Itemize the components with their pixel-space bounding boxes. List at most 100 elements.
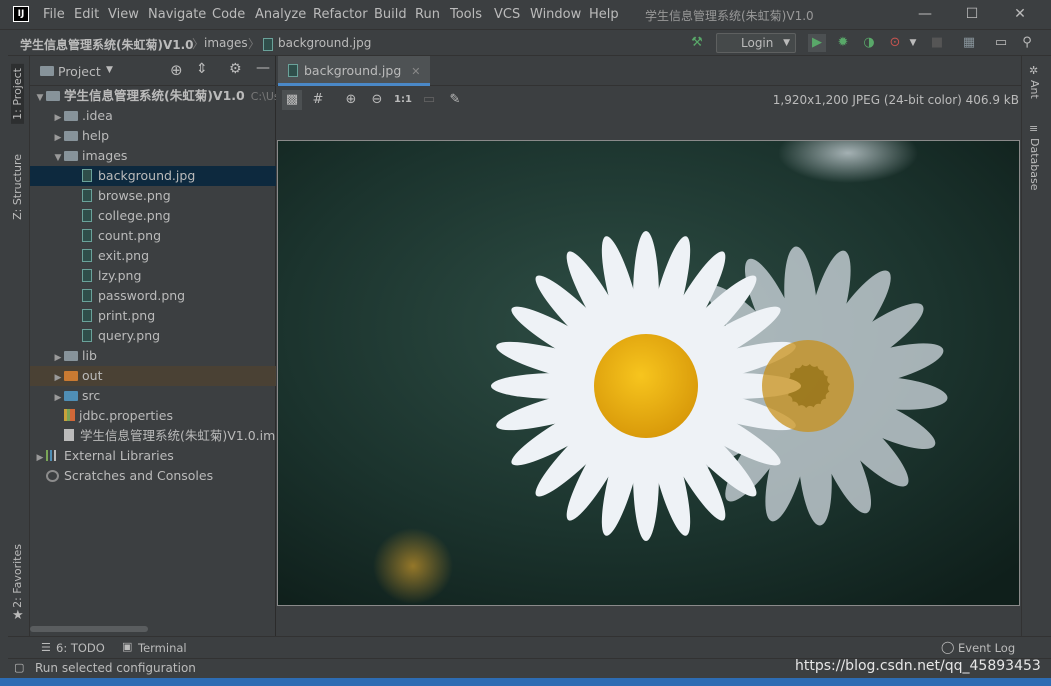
coverage-icon[interactable]: ◑ (860, 34, 878, 52)
tab-structure[interactable]: Z: Structure (11, 154, 24, 220)
expanded-arrow-icon[interactable]: ▼ (34, 88, 46, 106)
star-icon: ★ (12, 608, 24, 623)
collapsed-arrow-icon[interactable]: ▶ (52, 388, 64, 406)
zoom-in-icon[interactable]: ⊕ (341, 90, 361, 110)
tab-terminal[interactable]: Terminal (138, 641, 187, 655)
stop-icon[interactable]: ■ (928, 34, 946, 52)
image-file-icon (82, 209, 92, 222)
tab-project[interactable]: 1: Project (11, 64, 24, 124)
tree-item[interactable]: password.png (30, 286, 276, 306)
tree-item[interactable]: ▶ .idea (30, 106, 276, 126)
tree-item[interactable]: query.png (30, 326, 276, 346)
menu-file[interactable]: File (43, 7, 65, 22)
tree-item[interactable]: Scratches and Consoles (30, 466, 276, 486)
chessboard-icon[interactable]: ▩ (282, 90, 302, 110)
locate-icon[interactable]: ⊕ (170, 61, 183, 79)
close-window-button[interactable]: ✕ (1005, 4, 1035, 24)
project-view-select[interactable]: Project (58, 64, 101, 79)
editor-tab-background-jpg[interactable]: background.jpg ✕ (278, 56, 431, 86)
tree-item[interactable]: print.png (30, 306, 276, 326)
project-panel-header: Project ▼ ⊕ ⇕ ⚙ — (30, 56, 276, 86)
terminal-icon: ▣ (122, 640, 133, 653)
profile-icon[interactable]: ⊙ (886, 34, 904, 52)
menu-run[interactable]: Run (415, 7, 440, 22)
fit-zoom-icon[interactable]: ▭ (419, 90, 439, 110)
tree-item-label: jdbc.properties (79, 408, 173, 423)
run-icon[interactable]: ▶ (808, 34, 826, 52)
tree-item[interactable]: jdbc.properties (30, 406, 276, 426)
left-tool-strip: 1: Project Z: Structure 2: Favorites ★ (8, 56, 30, 656)
close-tab-icon[interactable]: ✕ (411, 65, 420, 78)
horizontal-scrollbar[interactable] (30, 626, 148, 632)
tree-item[interactable]: ▼ images (30, 146, 276, 166)
chevron-down-icon[interactable]: ▼ (106, 65, 113, 75)
collapsed-arrow-icon[interactable]: ▶ (52, 128, 64, 146)
menu-analyze[interactable]: Analyze (255, 7, 306, 22)
menu-edit[interactable]: Edit (74, 7, 99, 22)
tab-todo[interactable]: 6: TODO (56, 641, 105, 655)
menu-build[interactable]: Build (374, 7, 407, 22)
daisy-photo (277, 140, 1020, 606)
collapsed-arrow-icon[interactable]: ▶ (52, 368, 64, 386)
tree-item-label: 学生信息管理系统(朱虹菊)V1.0 (64, 88, 245, 103)
tree-item-label: help (82, 128, 110, 143)
tree-item[interactable]: browse.png (30, 186, 276, 206)
tree-item[interactable]: 学生信息管理系统(朱虹菊)V1.0.iml (30, 426, 276, 446)
status-toggle-icon[interactable]: ▢ (14, 661, 24, 674)
desktop-background (0, 678, 1051, 686)
color-picker-icon[interactable]: ✎ (445, 90, 465, 110)
menu-refactor[interactable]: Refactor (313, 7, 368, 22)
tab-ant[interactable]: Ant (1028, 80, 1041, 99)
menu-view[interactable]: View (108, 7, 139, 22)
grid-icon[interactable]: # (308, 90, 328, 110)
maximize-button[interactable]: ☐ (957, 4, 987, 24)
image-file-icon (82, 229, 92, 242)
minimize-button[interactable]: — (910, 4, 940, 24)
collapsed-arrow-icon[interactable]: ▶ (34, 448, 46, 466)
breadcrumb-file[interactable]: background.jpg (278, 36, 371, 50)
image-file-icon (82, 269, 92, 282)
tree-item[interactable]: count.png (30, 226, 276, 246)
tab-favorites[interactable]: 2: Favorites (11, 544, 24, 608)
tree-item[interactable]: ▼ 学生信息管理系统(朱虹菊)V1.0 C:\Use (30, 86, 276, 106)
menu-navigate[interactable]: Navigate (148, 7, 206, 22)
menu-tools[interactable]: Tools (450, 7, 482, 22)
folder-icon (64, 131, 78, 141)
tree-item[interactable]: ▶ help (30, 126, 276, 146)
tree-item[interactable]: exit.png (30, 246, 276, 266)
tree-item[interactable]: ▶ src (30, 386, 276, 406)
menu-vcs[interactable]: VCS (494, 7, 520, 22)
zoom-out-icon[interactable]: ⊖ (367, 90, 387, 110)
tab-database[interactable]: Database (1028, 138, 1041, 191)
actual-size-button[interactable]: 1:1 (393, 90, 413, 110)
chevron-down-icon[interactable]: ▼ (904, 34, 922, 52)
collapsed-arrow-icon[interactable]: ▶ (52, 348, 64, 366)
tree-item-label: exit.png (98, 248, 150, 263)
image-file-icon (82, 329, 92, 342)
breadcrumb-project[interactable]: 学生信息管理系统(朱虹菊)V1.0 (20, 36, 194, 53)
tree-item[interactable]: ▶ out (30, 366, 276, 386)
scratch-icon (46, 470, 59, 482)
run-configuration-select[interactable]: Login ▼ (716, 33, 796, 53)
breadcrumb-images[interactable]: images (204, 36, 248, 50)
gear-icon[interactable]: ⚙ (229, 61, 242, 77)
debug-icon[interactable]: ✹ (834, 34, 852, 52)
tree-item[interactable]: background.jpg (30, 166, 276, 186)
collapse-all-icon[interactable]: ⇕ (196, 61, 208, 77)
project-path-hint: C:\Use (250, 90, 276, 103)
tree-item[interactable]: college.png (30, 206, 276, 226)
collapsed-arrow-icon[interactable]: ▶ (52, 108, 64, 126)
build-hammer-icon[interactable]: ⚒ (688, 34, 706, 52)
menu-code[interactable]: Code (212, 7, 245, 22)
project-structure-icon[interactable]: ▦ (960, 34, 978, 52)
tree-item[interactable]: ▶ External Libraries (30, 446, 276, 466)
hide-panel-icon[interactable]: — (256, 60, 270, 76)
menu-help[interactable]: Help (589, 7, 619, 22)
tree-item[interactable]: ▶ lib (30, 346, 276, 366)
tree-item[interactable]: lzy.png (30, 266, 276, 286)
menu-window[interactable]: Window (530, 7, 581, 22)
layout-icon[interactable]: ▭ (992, 34, 1010, 52)
search-icon[interactable]: ⚲ (1018, 34, 1036, 52)
tab-event-log[interactable]: Event Log (958, 641, 1015, 655)
expanded-arrow-icon[interactable]: ▼ (52, 148, 64, 166)
